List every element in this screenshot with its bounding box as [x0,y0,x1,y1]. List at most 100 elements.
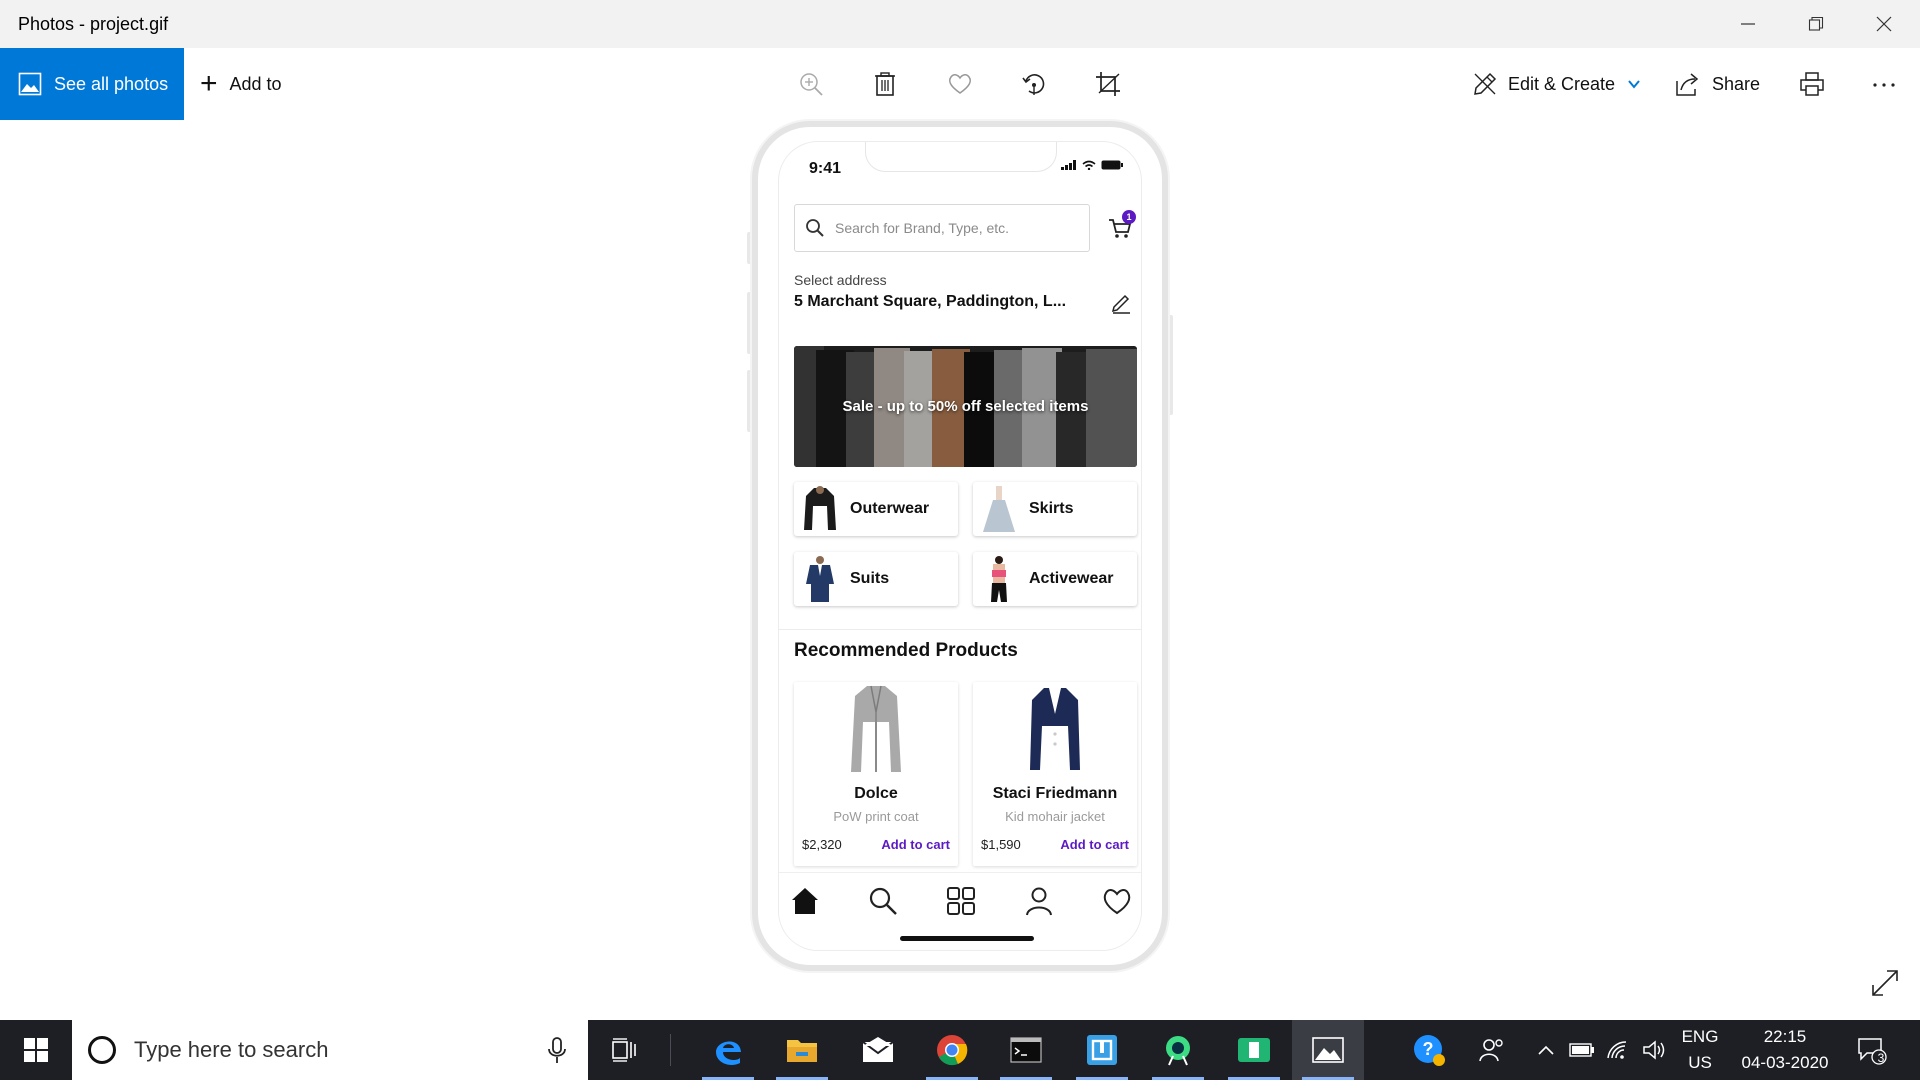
clock-button[interactable]: 22:15 04-03-2020 [1732,1020,1838,1080]
photos-app[interactable] [1292,1020,1364,1080]
mail-app[interactable] [842,1020,914,1080]
speaker-icon [1643,1040,1665,1060]
category-activewear[interactable]: Activewear [973,552,1137,606]
sports-bra-thumbnail [991,556,1007,602]
battery-tray-button[interactable] [1568,1020,1596,1080]
app-window[interactable] [1066,1020,1138,1080]
file-explorer-app[interactable] [766,1020,838,1080]
sale-banner[interactable]: Sale - up to 50% off selected items [794,346,1137,467]
see-all-photos-label: See all photos [54,73,169,94]
rotate-icon [1022,74,1045,95]
chrome-app[interactable] [916,1020,988,1080]
windows-taskbar: Type here to search ? ENG US 22:15 04-03… [0,1020,1920,1080]
add-to-cart-button[interactable]: Add to cart [881,837,950,852]
more-icon [1873,83,1895,87]
product-price: $2,320 [802,837,842,852]
category-name: Activewear [1029,570,1114,587]
taskbar-separator [670,1034,671,1066]
more-button[interactable] [1866,66,1902,102]
terminal-icon [1010,1037,1042,1063]
search-icon[interactable] [867,885,899,917]
category-name: Skirts [1029,500,1074,517]
category-name: Outerwear [850,500,930,517]
start-button[interactable] [0,1020,72,1080]
help-tray-button[interactable]: ? [1408,1020,1450,1080]
chevron-up-icon [1538,1045,1554,1055]
help-icon: ? [1414,1035,1445,1066]
edit-create-label: Edit & Create [1508,73,1616,94]
product-search-input[interactable]: Search for Brand, Type, etc. [794,204,1090,252]
category-skirts[interactable]: Skirts [973,482,1137,536]
task-view-button[interactable] [588,1020,660,1080]
favorite-button[interactable] [942,66,978,102]
navy-jacket-image [1030,688,1080,770]
android-studio-app[interactable] [1142,1020,1214,1080]
status-time: 9:41 [809,160,842,177]
delete-button[interactable] [867,66,903,102]
category-suits[interactable]: Suits [794,552,958,606]
zoom-button[interactable] [793,66,829,102]
edge-app[interactable] [692,1020,764,1080]
clock-date: 04-03-2020 [1741,1053,1829,1072]
product-card[interactable]: Dolce PoW print coat $2,320 Add to cart [794,682,958,866]
plus-icon: + [200,67,218,100]
recommended-products-title: Recommended Products [794,640,1018,661]
grid-icon[interactable] [945,885,977,917]
notification-count: 3 [1877,1051,1885,1065]
wifi-icon [1607,1041,1627,1059]
printer-icon [1800,72,1824,96]
cortana-icon [88,1036,116,1064]
heart-icon[interactable] [1101,885,1133,917]
minimize-button[interactable] [1714,0,1782,48]
microphone-icon[interactable] [546,1036,568,1064]
edge-icon [716,1041,741,1065]
home-icon[interactable] [789,885,821,917]
crop-button[interactable] [1090,66,1126,102]
volume-tray-button[interactable] [1640,1020,1668,1080]
zoom-in-icon [800,73,823,96]
add-to-button[interactable]: + Add to [200,48,282,120]
edit-address-icon[interactable] [1110,292,1132,314]
crop-icon [1096,72,1120,96]
photos-icon [1312,1037,1344,1063]
share-icon [1676,73,1699,96]
input-language-button[interactable]: ENG US [1672,1020,1728,1080]
windows-icon [24,1038,48,1062]
taskbar-search-placeholder: Type here to search [134,1037,329,1062]
black-jacket-thumbnail [804,486,836,530]
print-button[interactable] [1794,66,1830,102]
battery-icon [1101,160,1123,170]
terminal-app[interactable] [990,1020,1062,1080]
signal-icon [1061,160,1076,170]
phone-side-button [1168,315,1173,415]
svg-text:?: ? [1423,1039,1434,1059]
address-label: Select address [794,272,887,288]
people-tray-button[interactable] [1474,1020,1510,1080]
close-button[interactable] [1850,0,1918,48]
status-icons [1061,160,1123,170]
expand-icon[interactable] [1870,968,1900,998]
profile-icon[interactable] [1023,885,1055,917]
edit-create-button[interactable]: Edit & Create [1472,48,1641,120]
minimize-icon [1741,23,1755,25]
product-card[interactable]: Staci Friedmann Kid mohair jacket $1,590… [973,682,1137,866]
notifications-button[interactable]: 3 [1850,1020,1894,1080]
rotate-button[interactable] [1016,66,1052,102]
see-all-photos-button[interactable]: See all photos [0,48,184,120]
taskbar-search-box[interactable]: Type here to search [72,1020,588,1080]
share-button[interactable]: Share [1674,48,1760,120]
people-icon [1479,1039,1503,1062]
restore-button[interactable] [1782,0,1850,48]
title-bar: Photos - project.gif [0,0,1920,48]
navy-suit-thumbnail [806,556,834,602]
restore-icon [1808,16,1824,31]
trash-icon [875,72,895,96]
network-tray-button[interactable] [1604,1020,1632,1080]
show-hidden-icons-button[interactable] [1534,1020,1558,1080]
wifi-icon [1082,160,1096,170]
green-app[interactable] [1218,1020,1290,1080]
share-label: Share [1712,73,1761,94]
category-outerwear[interactable]: Outerwear [794,482,958,536]
add-to-cart-button[interactable]: Add to cart [1060,837,1129,852]
cart-button[interactable]: 1 [1108,210,1136,240]
